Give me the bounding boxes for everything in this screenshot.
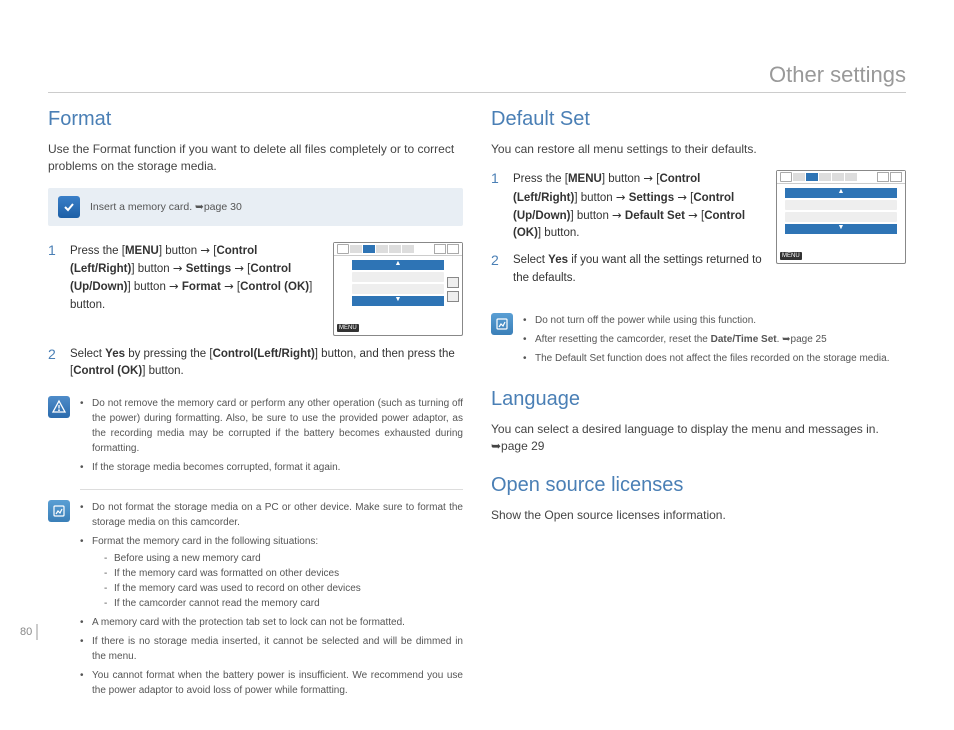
format-intro: Use the Format function if you want to d… — [48, 141, 463, 176]
check-icon — [58, 196, 80, 218]
list-item: If there is no storage media inserted, i… — [80, 634, 463, 664]
language-heading: Language — [491, 388, 906, 411]
defaultset-heading: Default Set — [491, 108, 906, 131]
thumb-menu-label: MENU — [780, 252, 802, 260]
warning-icon — [48, 396, 70, 418]
list-item: Do not turn off the power while using th… — [523, 313, 906, 328]
list-item: Format the memory card in the following … — [80, 534, 463, 611]
sub-list-item: If the memory card was used to record on… — [104, 581, 463, 596]
language-intro: You can select a desired language to dis… — [491, 421, 906, 456]
note-icon — [491, 313, 513, 335]
list-item: If the storage media becomes corrupted, … — [80, 460, 463, 475]
defaultset-screen-thumbnail: ▲ ▼ MENU — [776, 170, 906, 264]
thumb-menu-label: MENU — [337, 324, 359, 332]
header-divider — [48, 92, 906, 93]
step-number: 2 — [491, 252, 503, 287]
page-header: Other settings — [769, 62, 906, 88]
page-number: 80 — [20, 624, 38, 640]
step-number: 1 — [491, 170, 503, 242]
format-note-list: Do not format the storage media on a PC … — [80, 500, 463, 702]
format-screen-thumbnail: ▲ ▼ MENU — [333, 242, 463, 336]
info-divider — [80, 489, 463, 490]
defaultset-note-list: Do not turn off the power while using th… — [523, 313, 906, 370]
defaultset-intro: You can restore all menu settings to the… — [491, 141, 906, 158]
step-number: 1 — [48, 242, 60, 336]
insert-card-note-text: Insert a memory card. ➥page 30 — [90, 201, 242, 213]
step-number: 2 — [48, 346, 60, 381]
defaultset-step-2: Select Yes if you want all the settings … — [513, 252, 764, 287]
opensource-intro: Show the Open source licenses informatio… — [491, 507, 906, 524]
format-heading: Format — [48, 108, 463, 131]
list-item: The Default Set function does not affect… — [523, 351, 906, 366]
format-step-2: Select Yes by pressing the [Control(Left… — [70, 346, 463, 381]
note-icon — [48, 500, 70, 522]
format-warning-list: Do not remove the memory card or perform… — [80, 396, 463, 479]
sub-list-item: If the memory card was formatted on othe… — [104, 566, 463, 581]
sub-list-item: If the camcorder cannot read the memory … — [104, 596, 463, 611]
list-item: Do not format the storage media on a PC … — [80, 500, 463, 530]
defaultset-step-1: Press the [MENU] button → [Control (Left… — [513, 170, 764, 242]
opensource-heading: Open source licenses — [491, 474, 906, 497]
list-item: A memory card with the protection tab se… — [80, 615, 463, 630]
list-item: After resetting the camcorder, reset the… — [523, 332, 906, 347]
format-step-1: Press the [MENU] button → [Control (Left… — [70, 242, 323, 336]
list-item: Do not remove the memory card or perform… — [80, 396, 463, 456]
insert-card-note: Insert a memory card. ➥page 30 — [48, 188, 463, 226]
list-item: You cannot format when the battery power… — [80, 668, 463, 698]
sub-list-item: Before using a new memory card — [104, 551, 463, 566]
